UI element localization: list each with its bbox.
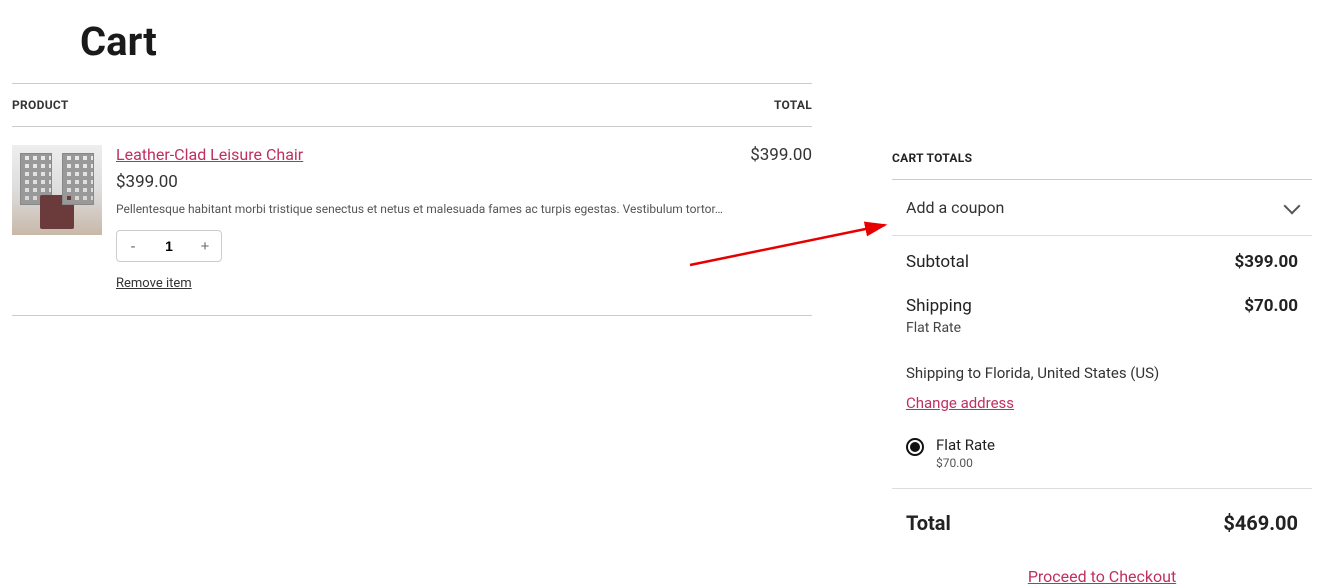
grand-total-row: Total $469.00 — [892, 489, 1312, 539]
qty-plus-button[interactable]: + — [189, 231, 221, 261]
subtotal-label: Subtotal — [906, 252, 969, 272]
subtotal-row: Subtotal $399.00 — [892, 236, 1312, 276]
radio-selected-icon — [906, 438, 924, 456]
product-thumbnail[interactable] — [12, 145, 102, 235]
total-label: Total — [906, 511, 951, 535]
col-product: PRODUCT — [12, 98, 69, 112]
shipping-destination: Shipping to Florida, United States (US) — [892, 350, 1312, 388]
col-total: TOTAL — [774, 98, 812, 112]
subtotal-value: $399.00 — [1235, 252, 1298, 272]
cart-table-header: PRODUCT TOTAL — [12, 84, 812, 127]
change-address-link[interactable]: Change address — [906, 394, 1014, 412]
total-value: $469.00 — [1223, 511, 1298, 535]
cart-table: PRODUCT TOTAL Leather-Clad Leisure Chair… — [12, 83, 812, 316]
cart-totals-sidebar: CART TOTALS Add a coupon Subtotal $399.0… — [892, 83, 1312, 586]
line-total: $399.00 — [732, 145, 812, 291]
chevron-down-icon — [1284, 197, 1301, 214]
product-link[interactable]: Leather-Clad Leisure Chair — [116, 145, 303, 164]
proceed-to-checkout-link[interactable]: Proceed to Checkout — [892, 567, 1312, 586]
qty-input[interactable] — [149, 238, 189, 254]
sidebar-title: CART TOTALS — [892, 151, 1312, 180]
product-description: Pellentesque habitant morbi tristique se… — [116, 202, 732, 216]
shipping-method-note: Flat Rate — [892, 320, 1312, 350]
unit-price: $399.00 — [116, 172, 732, 192]
shipping-value: $70.00 — [1244, 296, 1298, 316]
shipping-label: Shipping — [906, 296, 972, 316]
add-coupon-toggle[interactable]: Add a coupon — [892, 180, 1312, 236]
shipping-row: Shipping $70.00 — [892, 276, 1312, 320]
shipping-option[interactable]: Flat Rate $70.00 — [892, 428, 1312, 489]
quantity-stepper[interactable]: - + — [116, 230, 222, 262]
item-info: Leather-Clad Leisure Chair $399.00 Pelle… — [102, 145, 732, 291]
qty-minus-button[interactable]: - — [117, 231, 149, 261]
cart-main: PRODUCT TOTAL Leather-Clad Leisure Chair… — [12, 83, 812, 586]
coupon-label: Add a coupon — [906, 198, 1004, 217]
cart-layout: PRODUCT TOTAL Leather-Clad Leisure Chair… — [0, 83, 1326, 586]
shipping-option-label: Flat Rate — [936, 436, 995, 454]
page-title: Cart — [80, 18, 1326, 65]
shipping-option-price: $70.00 — [936, 456, 995, 470]
cart-row: Leather-Clad Leisure Chair $399.00 Pelle… — [12, 127, 812, 315]
remove-item-link[interactable]: Remove item — [116, 276, 192, 291]
